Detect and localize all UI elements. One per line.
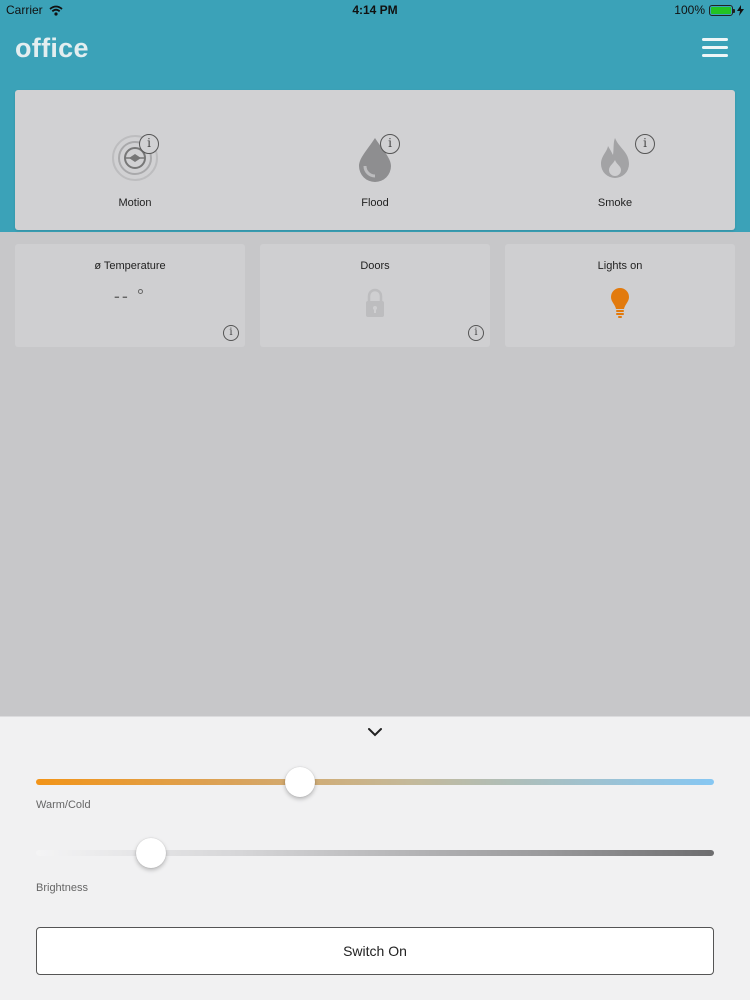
sensor-flood[interactable]: i Flood	[255, 90, 495, 230]
menu-button[interactable]	[702, 38, 728, 58]
sensor-panel: i Motion i Flood i Smoke	[15, 90, 735, 230]
card-title: Lights on	[597, 260, 643, 272]
switch-on-button[interactable]: Switch On	[36, 927, 714, 975]
warm-cold-track	[36, 779, 714, 785]
chevron-down-icon[interactable]	[366, 726, 384, 738]
warm-cold-label: Warm/Cold	[36, 799, 91, 811]
control-sheet: Warm/Cold Brightness Switch On	[0, 716, 750, 1000]
lock-icon	[366, 288, 384, 317]
sensor-label: Smoke	[597, 197, 633, 209]
flame-icon	[601, 138, 629, 178]
light-bulb-icon	[611, 288, 629, 318]
info-icon[interactable]: i	[380, 134, 400, 154]
card-title: ø Temperature	[94, 260, 166, 272]
brightness-label: Brightness	[36, 882, 88, 894]
page-title: office	[15, 33, 89, 63]
temperature-value: -- °	[113, 286, 147, 306]
sensor-label: Flood	[361, 197, 389, 209]
status-bar: Carrier 4:14 PM 100%	[0, 0, 750, 20]
warm-cold-slider[interactable]	[36, 767, 714, 797]
info-icon[interactable]: i	[223, 325, 239, 341]
hamburger-icon-line	[702, 46, 728, 49]
warm-cold-thumb[interactable]	[285, 767, 316, 797]
brightness-thumb[interactable]	[136, 838, 167, 868]
info-icon[interactable]: i	[468, 325, 484, 341]
hamburger-icon-line	[702, 54, 728, 57]
hamburger-icon-line	[702, 38, 728, 41]
card-doors[interactable]: Doors i	[260, 244, 490, 347]
card-temperature[interactable]: ø Temperature -- ° i	[15, 244, 245, 347]
sensor-motion[interactable]: i Motion	[15, 90, 255, 230]
brightness-slider[interactable]	[36, 838, 714, 868]
clock: 4:14 PM	[352, 3, 398, 17]
info-icon[interactable]: i	[139, 134, 159, 154]
card-title: Doors	[360, 260, 390, 272]
card-lights[interactable]: Lights on	[505, 244, 735, 347]
info-icon[interactable]: i	[635, 134, 655, 154]
sensor-label: Motion	[118, 197, 152, 209]
battery-group: 100%	[674, 3, 744, 17]
charging-bolt-icon	[737, 4, 744, 16]
sensor-smoke[interactable]: i Smoke	[495, 90, 735, 230]
battery-icon	[709, 4, 735, 16]
battery-percent: 100%	[674, 3, 705, 17]
